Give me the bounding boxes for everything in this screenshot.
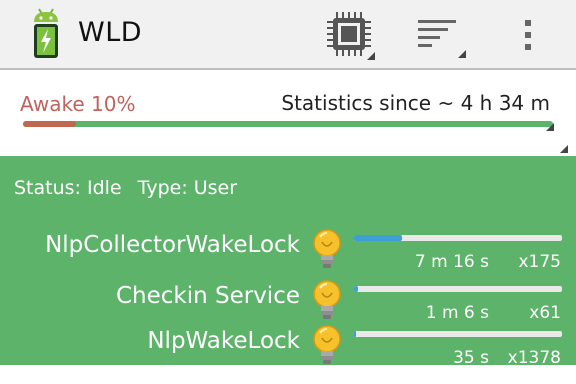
status-line: Status: Idle Type: User bbox=[14, 177, 247, 199]
wakelock-name: NlpWakeLock bbox=[147, 328, 300, 354]
lightbulb-icon bbox=[311, 279, 343, 321]
wakelock-progress-fill bbox=[354, 286, 359, 292]
awake-progress-fill bbox=[23, 121, 76, 127]
sort-lines-icon bbox=[418, 20, 466, 58]
status-text: Status: Idle bbox=[14, 177, 122, 199]
wakelock-count: x61 bbox=[529, 303, 561, 323]
action-bar: WLD bbox=[0, 0, 576, 70]
wakelock-duration: 35 s bbox=[453, 348, 489, 368]
app-title: WLD bbox=[78, 17, 143, 48]
cpu-chip-icon bbox=[327, 12, 375, 60]
wakelock-progress-fill bbox=[354, 331, 357, 337]
wakelock-duration: 1 m 6 s bbox=[425, 303, 489, 323]
more-vert-icon bbox=[525, 20, 531, 50]
wakelock-name: Checkin Service bbox=[115, 283, 300, 309]
statistics-since-label: Statistics since ~ 4 h 34 m bbox=[281, 91, 550, 115]
android-battery-icon bbox=[30, 8, 62, 60]
type-text: Type: User bbox=[137, 177, 238, 199]
lightbulb-icon bbox=[311, 228, 343, 270]
wakelock-progress-fill bbox=[354, 235, 402, 241]
lightbulb-icon bbox=[311, 324, 343, 366]
wakelock-count: x1378 bbox=[507, 348, 561, 368]
cpu-wakelocks-button[interactable] bbox=[323, 8, 377, 62]
wakelock-count: x175 bbox=[518, 252, 561, 272]
awake-progress-bar bbox=[23, 121, 553, 127]
sort-button[interactable] bbox=[414, 8, 468, 62]
wakelock-row[interactable]: NlpWakeLock 35 s x1378 bbox=[0, 324, 576, 384]
stats-summary: Awake 10% Statistics since ~ 4 h 34 m bbox=[0, 70, 576, 156]
wakelock-name: NlpCollectorWakeLock bbox=[45, 232, 300, 258]
corner-indicator-icon bbox=[560, 145, 568, 153]
wakelock-duration: 7 m 16 s bbox=[414, 252, 489, 272]
wakelock-list[interactable]: Status: Idle Type: User NlpCollectorWake… bbox=[0, 156, 576, 368]
awake-label: Awake 10% bbox=[20, 92, 136, 116]
overflow-menu-button[interactable] bbox=[508, 8, 548, 62]
corner-indicator-icon bbox=[546, 123, 554, 131]
wakelock-progress-bar bbox=[354, 331, 562, 337]
wakelock-progress-bar bbox=[354, 235, 562, 241]
wakelock-progress-bar bbox=[354, 286, 562, 292]
